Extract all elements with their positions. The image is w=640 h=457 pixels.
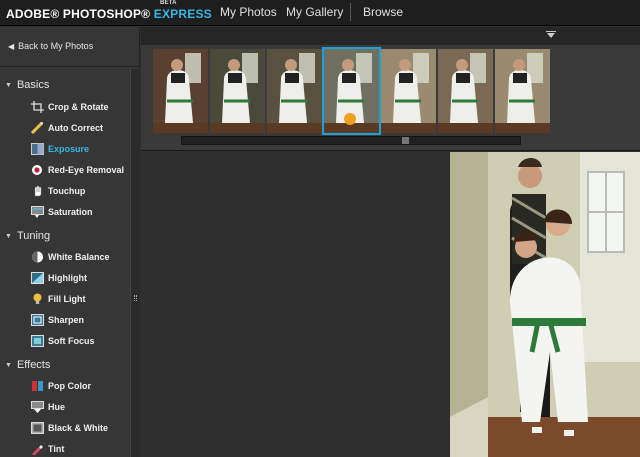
tool-label: Hue <box>48 402 66 412</box>
collapse-line <box>546 31 556 32</box>
tint-icon <box>32 445 43 455</box>
expand-triangle-icon: ▼ <box>5 82 12 89</box>
sidebar-resize-handle[interactable] <box>130 69 140 457</box>
section-effects[interactable]: ▼ Effects <box>5 359 50 371</box>
hand-icon <box>34 185 42 197</box>
logo-main: ADOBE® PHOTOSHOP® <box>6 7 151 21</box>
white-balance-icon <box>32 251 43 263</box>
section-basics[interactable]: ▼ Basics <box>5 79 49 91</box>
filmstrip-scrollbar[interactable] <box>181 136 521 145</box>
expand-triangle-icon: ▼ <box>5 362 12 369</box>
logo-beta: BETA <box>160 0 177 6</box>
top-bar: ADOBE® PHOTOSHOP® EXPRESS BETA My Photos… <box>0 0 640 26</box>
thumbnail-image <box>210 49 265 133</box>
thumbnail-image <box>153 49 208 133</box>
main-photo[interactable] <box>450 152 640 457</box>
thumbnail-image <box>438 49 493 133</box>
wand-icon <box>31 122 44 134</box>
nav-divider <box>350 3 351 21</box>
crop-icon <box>31 101 44 113</box>
tool-label: Sharpen <box>48 315 85 325</box>
tool-label: Fill Light <box>48 294 86 304</box>
expand-triangle-icon: ▼ <box>5 233 12 240</box>
tool-label: Soft Focus <box>48 336 95 346</box>
nav-browse[interactable]: Browse <box>363 5 403 19</box>
section-title: Tuning <box>16 230 51 242</box>
back-label: Back to My Photos <box>18 41 94 51</box>
black-white-icon <box>31 422 44 434</box>
collapse-arrow-icon[interactable] <box>547 33 555 38</box>
app-logo: ADOBE® PHOTOSHOP® EXPRESS BETA <box>6 0 212 21</box>
grip-dots-icon <box>134 295 137 301</box>
sharpen-icon <box>31 314 44 326</box>
filmstrip-thumbnail[interactable] <box>381 49 436 133</box>
tool-label: Pop Color <box>48 381 91 391</box>
tool-label: Black & White <box>48 423 109 433</box>
back-arrow-icon: ◀ <box>8 42 15 51</box>
filmstrip-thumbnail[interactable] <box>267 49 322 133</box>
processing-badge-icon <box>344 113 356 125</box>
nav-my-photos[interactable]: My Photos <box>220 5 277 19</box>
exposure-icon <box>31 143 44 155</box>
tool-label: Exposure <box>48 144 90 154</box>
section-tuning[interactable]: ▼ Tuning <box>5 230 50 242</box>
nav-my-gallery[interactable]: My Gallery <box>286 5 343 19</box>
scrollbar-thumb[interactable] <box>401 137 409 144</box>
section-title: Basics <box>16 79 50 91</box>
tool-label: White Balance <box>48 252 110 262</box>
filmstrip-thumbnail[interactable] <box>153 49 208 133</box>
thumbnail-image <box>381 49 436 133</box>
filmstrip-header <box>141 27 640 45</box>
tools-sidebar: ◀ Back to My Photos ▼ Basics Crop & Rotate… <box>0 27 140 457</box>
filmstrip-thumbnail[interactable] <box>322 47 381 135</box>
filmstrip-panel <box>141 27 640 151</box>
saturation-icon <box>31 206 44 218</box>
filmstrip-thumbnail[interactable] <box>495 49 550 133</box>
tool-label: Red-Eye Removal <box>48 165 125 175</box>
tool-label: Crop & Rotate <box>48 102 109 112</box>
pop-color-icon <box>32 381 43 391</box>
filmstrip-thumbnail[interactable] <box>438 49 493 133</box>
red-eye-icon <box>32 165 42 175</box>
photo-image <box>450 152 640 457</box>
hue-icon <box>31 401 44 413</box>
highlight-icon <box>31 272 44 284</box>
soft-focus-icon <box>31 335 44 347</box>
tool-label: Tint <box>48 444 65 454</box>
section-title: Effects <box>16 359 51 371</box>
tool-label: Touchup <box>48 186 86 196</box>
logo-express: EXPRESS <box>153 7 212 21</box>
filmstrip-thumbnail[interactable] <box>210 49 265 133</box>
back-to-my-photos-link[interactable]: ◀ Back to My Photos <box>0 27 140 67</box>
tool-label: Auto Correct <box>48 123 104 133</box>
tool-label: Saturation <box>48 207 93 217</box>
thumbnail-image <box>267 49 322 133</box>
tool-label: Highlight <box>48 273 87 283</box>
bulb-icon <box>33 293 42 304</box>
thumbnail-image <box>495 49 550 133</box>
editing-canvas <box>141 152 640 457</box>
